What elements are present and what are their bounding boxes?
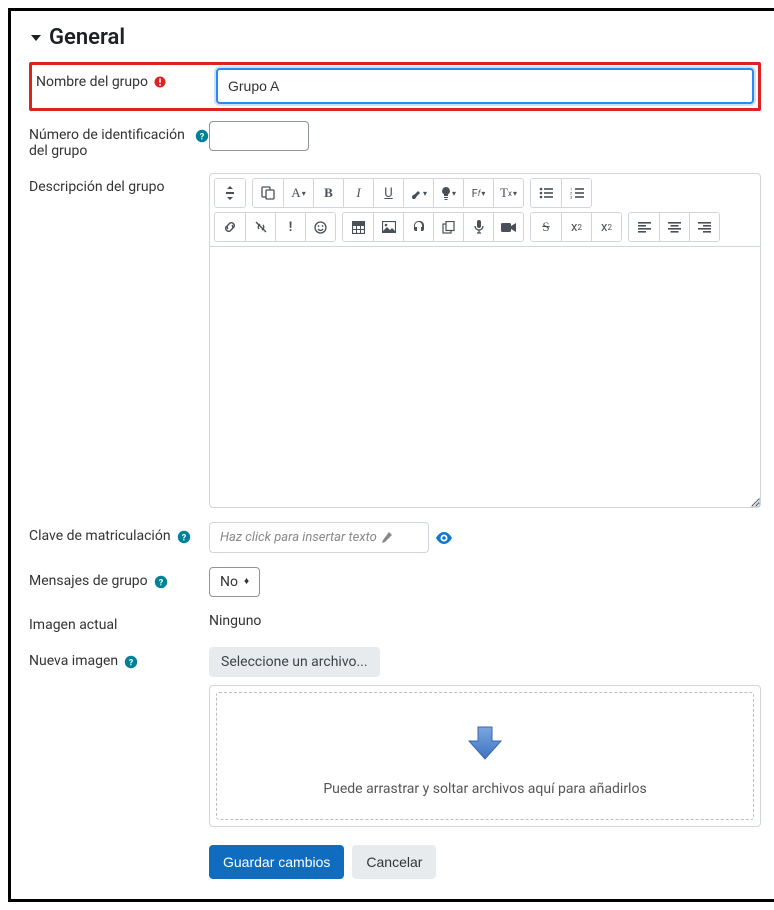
- pencil-icon: [381, 532, 392, 543]
- toolbar-mic-icon[interactable]: [463, 213, 493, 241]
- toolbar-lightbulb-icon[interactable]: ▾: [433, 179, 463, 207]
- toolbar-ol-icon[interactable]: 123: [561, 179, 591, 207]
- rich-text-editor: A▾ B I U ▾ ▾ Ff▾ Tx▾ 123: [209, 173, 761, 508]
- toolbar-subscript-icon[interactable]: x2: [561, 213, 591, 241]
- toolbar-files-icon[interactable]: [433, 213, 463, 241]
- enrol-key-label: Clave de matriculación: [29, 528, 171, 544]
- toolbar-link-icon[interactable]: [215, 213, 245, 241]
- group-name-label: Nombre del grupo: [36, 74, 148, 90]
- enrol-key-placeholder: Haz click para insertar texto: [220, 530, 377, 545]
- help-icon[interactable]: ?: [177, 530, 191, 544]
- download-arrow-icon: [463, 721, 507, 765]
- toolbar-brush-icon[interactable]: ▾: [403, 179, 433, 207]
- current-image-label: Imagen actual: [29, 617, 117, 633]
- toolbar-expand-icon[interactable]: [215, 179, 245, 207]
- id-number-input[interactable]: [209, 121, 309, 151]
- toolbar-table-icon[interactable]: [343, 213, 373, 241]
- toolbar-image-icon[interactable]: [373, 213, 403, 241]
- editor-toolbar: A▾ B I U ▾ ▾ Ff▾ Tx▾ 123: [210, 174, 760, 247]
- section-toggle[interactable]: General: [29, 25, 761, 50]
- toolbar-align-center-icon[interactable]: [659, 213, 689, 241]
- help-icon[interactable]: ?: [195, 129, 209, 143]
- toolbar-align-right-icon[interactable]: [689, 213, 719, 241]
- toolbar-underline-icon[interactable]: U: [373, 179, 403, 207]
- chevron-down-icon: [29, 31, 43, 45]
- help-icon[interactable]: ?: [124, 655, 138, 669]
- help-icon[interactable]: ?: [154, 575, 168, 589]
- group-messages-label: Mensajes de grupo: [29, 573, 148, 589]
- new-image-label: Nueva imagen: [29, 653, 118, 669]
- current-image-value: Ninguno: [209, 613, 261, 629]
- toolbar-warning-icon[interactable]: !: [275, 213, 305, 241]
- editor-body[interactable]: [210, 247, 760, 507]
- reveal-password-icon[interactable]: [435, 532, 453, 544]
- resize-handle-icon[interactable]: [750, 497, 760, 507]
- svg-text:?: ?: [129, 659, 134, 669]
- svg-text:3: 3: [570, 195, 572, 200]
- enrol-key-input[interactable]: Haz click para insertar texto: [209, 522, 429, 553]
- id-number-label: Número de identificación del grupo: [29, 127, 189, 159]
- svg-text:?: ?: [181, 534, 186, 544]
- toolbar-strike-icon[interactable]: S: [531, 213, 561, 241]
- select-caret-icon: ♦: [244, 577, 249, 587]
- toolbar-unlink-icon[interactable]: [245, 213, 275, 241]
- toolbar-paste-icon[interactable]: [253, 179, 283, 207]
- toolbar-clear-format-icon[interactable]: Tx▾: [493, 179, 523, 207]
- group-messages-select[interactable]: No ♦: [209, 567, 260, 597]
- toolbar-align-left-icon[interactable]: [629, 213, 659, 241]
- toolbar-audio-icon[interactable]: [403, 213, 433, 241]
- svg-text:?: ?: [158, 579, 163, 589]
- section-title: General: [49, 25, 125, 50]
- group-name-highlight: Nombre del grupo: [29, 62, 761, 111]
- group-messages-value: No: [220, 574, 238, 590]
- toolbar-superscript-icon[interactable]: x2: [591, 213, 621, 241]
- description-label: Descripción del grupo: [29, 179, 164, 195]
- choose-file-button[interactable]: Seleccione un archivo...: [209, 647, 380, 677]
- group-name-input[interactable]: [216, 68, 754, 104]
- toolbar-italic-icon[interactable]: I: [343, 179, 373, 207]
- toolbar-video-icon[interactable]: [493, 213, 523, 241]
- toolbar-styles-icon[interactable]: A▾: [283, 179, 313, 207]
- svg-text:?: ?: [200, 133, 205, 143]
- cancel-button[interactable]: Cancelar: [352, 845, 436, 879]
- toolbar-ul-icon[interactable]: [531, 179, 561, 207]
- toolbar-bold-icon[interactable]: B: [313, 179, 343, 207]
- dropzone-text: Puede arrastrar y soltar archivos aquí p…: [323, 781, 646, 797]
- toolbar-emoji-icon[interactable]: [305, 213, 335, 241]
- file-dropzone[interactable]: Puede arrastrar y soltar archivos aquí p…: [209, 685, 761, 827]
- save-button[interactable]: Guardar cambios: [209, 845, 344, 879]
- toolbar-font-icon[interactable]: Ff▾: [463, 179, 493, 207]
- required-icon: [154, 76, 166, 88]
